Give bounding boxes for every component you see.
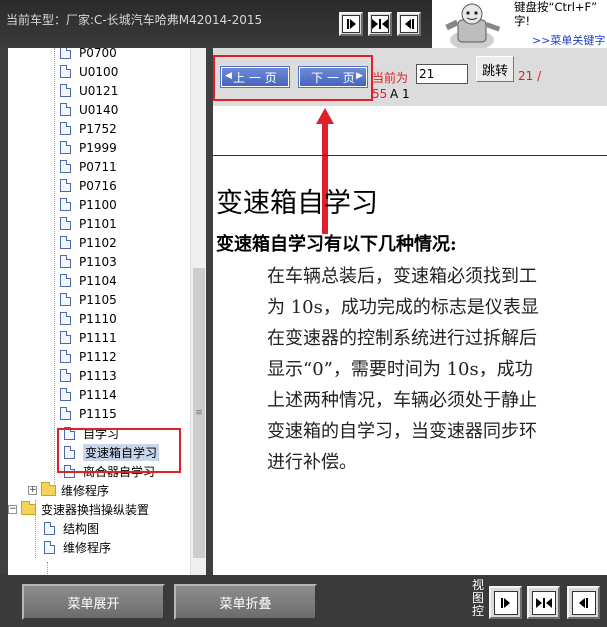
document-icon	[60, 274, 71, 287]
expand-icon[interactable]: +	[28, 486, 37, 495]
paragraph-line: 显示“0”，需要时间为 10s，成功	[267, 359, 533, 380]
document-icon	[60, 388, 71, 401]
document-title: 变速箱自学习	[216, 188, 378, 219]
tree-item-code[interactable]: P1102	[60, 233, 117, 252]
paragraph-line: 为 10s，成功完成的标志是仪表显	[267, 297, 539, 318]
tree-item-repair-procedure[interactable]: 维修程序	[44, 538, 111, 557]
document-icon	[60, 84, 71, 97]
bottom-prev-button[interactable]	[567, 586, 600, 619]
tree-item-code[interactable]: P1112	[60, 347, 117, 366]
tree-folder-shifter[interactable]: − 变速器换挡操纵装置	[8, 500, 149, 519]
document-icon	[60, 255, 71, 268]
help-tip-text: 键盘按“Ctrl+F” 字!	[514, 0, 598, 28]
mascot-image	[432, 0, 510, 48]
document-icon	[44, 541, 55, 554]
tree-item-code[interactable]: P0700	[60, 48, 117, 62]
tree-item-code[interactable]: P1110	[60, 309, 117, 328]
document-icon	[60, 48, 71, 59]
jump-button[interactable]: 跳转	[476, 56, 514, 82]
page-of-label: 21 /	[518, 69, 542, 83]
tree-item-code[interactable]: U0100	[60, 62, 118, 81]
tree-item-code[interactable]: P1100	[60, 195, 117, 214]
tree-item-code[interactable]: U0140	[60, 100, 118, 119]
paragraph-line: 在变速器的控制系统进行过拆解后	[267, 328, 537, 349]
document-icon	[60, 179, 71, 192]
page-number-input[interactable]	[416, 64, 468, 84]
pager-highlight-box	[213, 55, 373, 101]
tree-item-code[interactable]: P0716	[60, 176, 117, 195]
tree-item-code[interactable]: P1105	[60, 290, 117, 309]
prev-page-icon	[404, 19, 414, 29]
menu-collapse-button[interactable]: 菜单折叠	[174, 584, 317, 620]
tree-item-structure[interactable]: 结构图	[44, 519, 99, 538]
page-total-label: 55	[372, 87, 388, 101]
tree-item-code[interactable]: P1101	[60, 214, 117, 233]
top-next-button[interactable]	[339, 12, 363, 36]
document-icon	[60, 65, 71, 78]
tree-scrollbar[interactable]: ≡	[190, 48, 206, 575]
tree-highlight-box	[57, 428, 181, 473]
expand-both-icon	[372, 19, 388, 29]
document-icon	[60, 122, 71, 135]
tree-item-code[interactable]: P1113	[60, 366, 117, 385]
document-icon	[60, 312, 71, 325]
paragraph-line: 在车辆总装后，变速箱必须找到工	[267, 266, 537, 287]
tree-item-code[interactable]: P1752	[60, 119, 117, 138]
top-bar: 当前车型：厂家:C-长城汽车哈弗M42014-2015 键盘按“Ctrl+F” …	[0, 0, 607, 48]
collapse-icon[interactable]: −	[8, 505, 17, 514]
document-icon	[60, 217, 71, 230]
tree-folder-repair[interactable]: + 维修程序	[28, 481, 109, 500]
app-window: 当前车型：厂家:C-长城汽车哈弗M42014-2015 键盘按“Ctrl+F” …	[0, 0, 607, 627]
document-icon	[60, 407, 71, 420]
document-icon	[60, 236, 71, 249]
menu-tree: P0700 U0100 U0121 U0140 P1752 P1999 P0711 P0716…	[8, 48, 206, 575]
tree-item-code[interactable]: P1103	[60, 252, 117, 271]
bottom-next-button[interactable]	[489, 586, 522, 619]
expand-both-icon	[535, 597, 552, 608]
grip-icon: ≡	[195, 408, 203, 418]
paragraph-line: 变速箱的自学习，当变速器同步环	[267, 421, 537, 442]
next-page-icon	[501, 597, 510, 608]
folder-icon	[41, 482, 56, 496]
document-icon	[60, 369, 71, 382]
tree-item-code[interactable]: P1114	[60, 385, 117, 404]
paragraph-line: 上述两种情况，车辆必须处于静止	[267, 390, 537, 411]
document-icon	[44, 522, 55, 535]
tree-item-code[interactable]: U0121	[60, 81, 118, 100]
bottom-bar: 菜单展开 菜单折叠 视图控	[0, 575, 607, 627]
pager-bar: ◀ 上 一 页 下 一 页 ▶ 当前为 跳转 21 / 55 A 1	[213, 48, 607, 106]
document-icon	[60, 160, 71, 173]
bottom-expand-button[interactable]	[527, 586, 560, 619]
paragraph-line: 进行补偿。	[267, 452, 357, 473]
document-icon	[60, 141, 71, 154]
document-icon	[60, 198, 71, 211]
view-control-label: 视图控	[472, 578, 485, 618]
tree-item-code[interactable]: P1115	[60, 404, 117, 423]
divider	[213, 155, 607, 156]
section-label: A 1	[390, 87, 410, 101]
tree-item-code[interactable]: P0711	[60, 157, 117, 176]
document-icon	[60, 350, 71, 363]
tree-item-code[interactable]: P1999	[60, 138, 117, 157]
top-expand-button[interactable]	[368, 12, 392, 36]
folder-icon	[21, 501, 36, 515]
current-page-label: 当前为	[372, 71, 409, 85]
next-page-icon	[346, 19, 356, 29]
current-model-label: 当前车型：厂家:C-长城汽车哈弗M42014-2015	[6, 13, 263, 27]
prev-page-icon	[579, 597, 588, 608]
top-prev-button[interactable]	[397, 12, 421, 36]
document-subtitle: 变速箱自学习有以下几种情况:	[216, 234, 457, 255]
document-icon	[60, 331, 71, 344]
document-view: ◀ 上 一 页 下 一 页 ▶ 当前为 跳转 21 / 55 A 1 变速箱自学…	[213, 48, 607, 575]
help-tip-panel: 键盘按“Ctrl+F” 字! >>菜单关键字	[432, 0, 607, 48]
document-icon	[60, 293, 71, 306]
scrollbar-thumb[interactable]: ≡	[193, 268, 205, 558]
menu-expand-button[interactable]: 菜单展开	[22, 584, 165, 620]
tree-item-code[interactable]: P1111	[60, 328, 117, 347]
tree-item-code[interactable]: P1104	[60, 271, 117, 290]
document-icon	[60, 103, 71, 116]
menu-keyword-link[interactable]: >>菜单关键字	[532, 32, 605, 48]
